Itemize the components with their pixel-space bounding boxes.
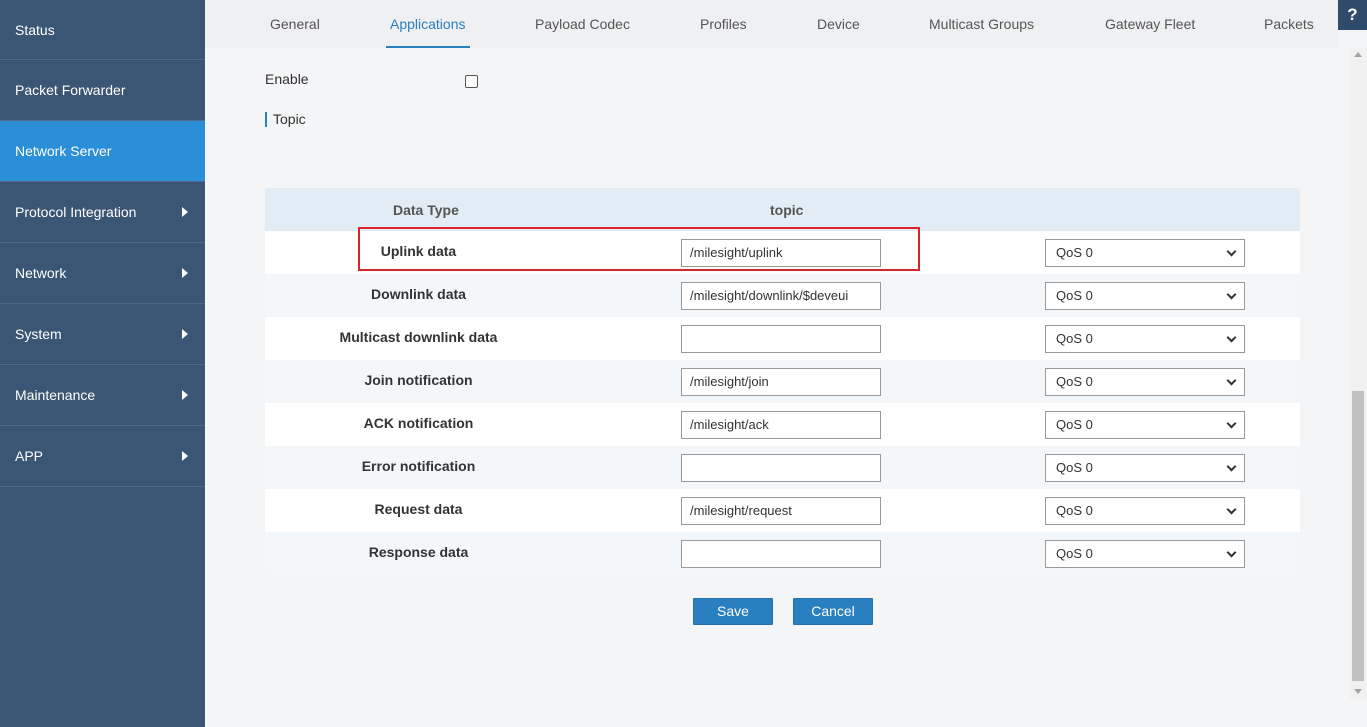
data-type-label: ACK notification [363,415,474,431]
qos-select-value: QoS 0 [1056,331,1093,346]
chevron-down-icon [1226,246,1237,257]
data-type-label: Join notification [364,372,473,388]
qos-select-value: QoS 0 [1056,417,1093,432]
qos-select[interactable]: QoS 0 [1045,540,1245,568]
sidebar-item-label: Protocol Integration [15,204,137,220]
qos-select-value: QoS 0 [1056,546,1093,561]
sidebar-item-network[interactable]: Network [0,243,205,304]
topic-input[interactable]: /milesight/ack [681,411,881,439]
qos-select-value: QoS 0 [1056,288,1093,303]
topic-input[interactable]: /milesight/uplink [681,239,881,267]
caret-right-icon [182,268,188,278]
table-row: Response data QoS 0 [265,532,1300,575]
topic-input[interactable] [681,454,881,482]
sidebar-item-packet-forwarder[interactable]: Packet Forwarder [0,60,205,121]
tab-multicast-groups[interactable]: Multicast Groups [929,0,1034,48]
table-header: Data Type topic [265,188,1300,231]
chevron-down-icon [1226,461,1237,472]
table-row: ACK notification/milesight/ack QoS 0 [265,403,1300,446]
sidebar-item-network-server[interactable]: Network Server [0,121,205,182]
chevron-down-icon [1226,332,1237,343]
qos-select-value: QoS 0 [1056,245,1093,260]
chevron-down-icon [1226,418,1237,429]
topic-input[interactable] [681,540,881,568]
sidebar-item-system[interactable]: System [0,304,205,365]
caret-right-icon [182,451,188,461]
tab-applications[interactable]: Applications [386,0,469,48]
qos-select[interactable]: QoS 0 [1045,239,1245,267]
tab-packets[interactable]: Packets [1264,0,1314,48]
caret-right-icon [182,390,188,400]
table-row: Join notification/milesight/join QoS 0 [265,360,1300,403]
data-type-label: Multicast downlink data [339,329,498,345]
scroll-up-arrow-icon[interactable] [1354,52,1362,57]
scrollbar[interactable] [1350,48,1367,700]
sidebar-item-label: Network [15,265,67,281]
data-type-label: Response data [368,544,469,560]
scrollbar-thumb[interactable] [1352,391,1364,681]
qos-select[interactable]: QoS 0 [1045,411,1245,439]
data-type-label: Downlink data [371,286,466,302]
sidebar-item-app[interactable]: APP [0,426,205,487]
enable-label: Enable [265,71,309,87]
enable-checkbox[interactable] [465,75,478,88]
qos-select[interactable]: QoS 0 [1045,368,1245,396]
topic-table: Data Type topic Uplink data/milesight/up… [265,188,1300,575]
caret-right-icon [182,329,188,339]
save-button[interactable]: Save [693,598,773,625]
tab-profiles[interactable]: Profiles [700,0,747,48]
tab-payload-codec[interactable]: Payload Codec [535,0,630,48]
qos-select-value: QoS 0 [1056,503,1093,518]
sidebar-item-label: Packet Forwarder [15,82,126,98]
qos-select[interactable]: QoS 0 [1045,282,1245,310]
table-row: Uplink data/milesight/uplink QoS 0 [265,231,1300,274]
sidebar-item-protocol-integration[interactable]: Protocol Integration [0,182,205,243]
topic-section-heading: Topic [265,112,306,127]
column-header-data-type: Data Type [393,202,459,218]
caret-right-icon [182,207,188,217]
qos-select[interactable]: QoS 0 [1045,454,1245,482]
cancel-button[interactable]: Cancel [793,598,873,625]
sidebar-item-label: Maintenance [15,387,96,403]
chevron-down-icon [1226,289,1237,300]
table-row: Downlink data/milesight/downlink/$deveui… [265,274,1300,317]
tab-gateway-fleet[interactable]: Gateway Fleet [1105,0,1195,48]
sidebar-item-status[interactable]: Status [0,0,205,60]
topic-input[interactable] [681,325,881,353]
sidebar-item-label: APP [15,448,44,464]
scroll-down-arrow-icon[interactable] [1354,689,1362,694]
help-button[interactable]: ? [1338,0,1367,30]
chevron-down-icon [1226,547,1237,558]
data-type-label: Uplink data [380,243,457,259]
chevron-down-icon [1226,504,1237,515]
tab-device[interactable]: Device [817,0,860,48]
data-type-label: Request data [374,501,463,517]
qos-select-value: QoS 0 [1056,374,1093,389]
table-row: Error notification QoS 0 [265,446,1300,489]
qos-select-value: QoS 0 [1056,460,1093,475]
table-row: Multicast downlink data QoS 0 [265,317,1300,360]
topic-input[interactable]: /milesight/join [681,368,881,396]
tab-bar: General Applications Payload Codec Profi… [205,0,1338,48]
column-header-topic: topic [770,202,804,218]
tab-general[interactable]: General [270,0,320,48]
sidebar-item-label: Network Server [15,143,112,159]
topic-input[interactable]: /milesight/request [681,497,881,525]
topic-input[interactable]: /milesight/downlink/$deveui [681,282,881,310]
sidebar-item-maintenance[interactable]: Maintenance [0,365,205,426]
qos-select[interactable]: QoS 0 [1045,497,1245,525]
qos-select[interactable]: QoS 0 [1045,325,1245,353]
table-row: Request data/milesight/request QoS 0 [265,489,1300,532]
data-type-label: Error notification [361,458,476,474]
sidebar: Status Packet Forwarder Network Server P… [0,0,205,727]
sidebar-item-label: System [15,326,62,342]
sidebar-item-label: Status [15,21,55,38]
chevron-down-icon [1226,375,1237,386]
